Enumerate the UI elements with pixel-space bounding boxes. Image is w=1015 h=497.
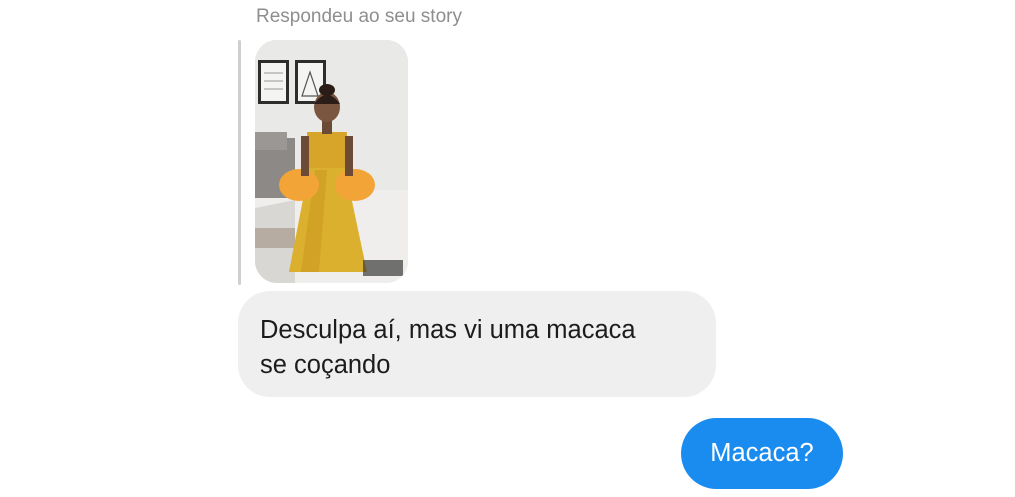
- chat-screen: Respondeu ao seu story Desculpa aí, mas …: [0, 0, 1015, 497]
- story-reply-caption: Respondeu ao seu story: [256, 6, 462, 27]
- story-reply-indicator: [238, 40, 241, 285]
- story-thumbnail[interactable]: [255, 40, 408, 283]
- message-line: Desculpa aí, mas vi uma macaca: [260, 316, 636, 344]
- story-photo: [255, 40, 408, 283]
- outgoing-message-bubble[interactable]: Macaca?: [681, 418, 843, 489]
- incoming-message-bubble[interactable]: Desculpa aí, mas vi uma macaca se coçand…: [238, 291, 716, 397]
- message-line: se coçando: [260, 351, 391, 379]
